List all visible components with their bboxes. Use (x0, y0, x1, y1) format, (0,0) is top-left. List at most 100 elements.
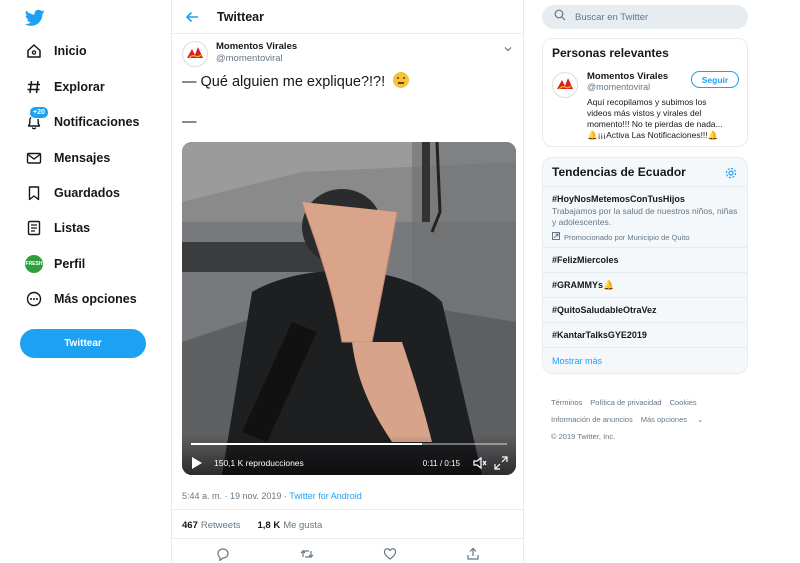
retweet-icon[interactable] (300, 547, 314, 561)
back-arrow-icon[interactable] (184, 9, 200, 25)
tweet-author-name[interactable]: Momentos Virales (216, 41, 297, 53)
heart-icon[interactable] (383, 547, 397, 561)
trend-item[interactable]: #GRAMMYs🔔 (543, 272, 747, 297)
footer-link-cookies[interactable]: Cookies (670, 398, 697, 407)
retweets-count: 467 (182, 520, 198, 531)
tweet-author-avatar[interactable] (182, 41, 208, 67)
volume-muted-icon[interactable] (473, 456, 487, 470)
retweets-stat[interactable]: 467 Retweets (182, 520, 240, 531)
likes-count: 1,8 K (257, 520, 281, 531)
share-icon[interactable] (466, 547, 480, 561)
nav-label-more: Más opciones (54, 292, 137, 306)
footer-link-terms[interactable]: Términos (551, 398, 582, 407)
person-card[interactable]: Momentos Virales @momentoviral Aquí reco… (543, 67, 747, 146)
trend-item[interactable]: #FelizMiercoles (543, 247, 747, 272)
footer-link-more[interactable]: Más opciones ⌄ (641, 415, 712, 424)
home-icon (24, 41, 44, 61)
tweet-timestamp[interactable]: 5:44 a. m. · 19 nov. 2019 · (182, 491, 289, 501)
promoted-icon (552, 232, 560, 242)
nav-label-messages: Mensajes (54, 151, 111, 165)
tweet-button[interactable]: Twittear (20, 329, 146, 358)
trend-promoted-text: Promocionado por Municipio de Quito (564, 232, 690, 242)
tweet-text: — Qué alguien me explique?!?! — (182, 72, 410, 132)
relevant-people-title: Personas relevantes (552, 46, 669, 60)
trends-title: Tendencias de Ecuador (543, 158, 747, 186)
trend-tag: #KantarTalksGYE2019 (552, 330, 647, 340)
play-icon[interactable] (191, 456, 205, 470)
tweet-meta: 5:44 a. m. · 19 nov. 2019 · Twitter for … (182, 491, 362, 501)
person-avatar[interactable] (552, 72, 578, 98)
person-bio: Aquí recopilamos y subimos los videos má… (587, 97, 723, 140)
nav-item-messages[interactable]: Mensajes (24, 144, 110, 172)
video-controls (182, 435, 516, 475)
nav-item-explore[interactable]: Explorar (24, 73, 105, 101)
search-icon (554, 8, 566, 26)
likes-label: Me gusta (283, 520, 323, 531)
tweet-author-handle[interactable]: @momentoviral (216, 53, 297, 65)
trend-tag: #QuitoSaludableOtraVez (552, 305, 657, 315)
trend-promoted: Promocionado por Municipio de Quito (552, 232, 738, 242)
nav-item-profile[interactable]: FRESH Perfil (24, 250, 85, 278)
trend-tag: #HoyNosMetemosConTusHijos (552, 194, 685, 204)
tweet-header: Momentos Virales @momentoviral (182, 41, 515, 67)
divider (172, 509, 525, 510)
trend-item[interactable]: #KantarTalksGYE2019 (543, 322, 747, 347)
divider (172, 538, 525, 539)
trends-title-text: Tendencias de Ecuador (552, 165, 686, 179)
nav-label-bookmarks: Guardados (54, 186, 120, 200)
notifications-badge: +20 (29, 106, 49, 119)
bookmark-icon (24, 183, 44, 203)
envelope-icon (24, 148, 44, 168)
follow-button[interactable]: Seguir (691, 71, 739, 88)
copyright: © 2019 Twitter, Inc. (551, 432, 616, 441)
nav-item-home[interactable]: Inicio (24, 37, 87, 65)
nav-label-explore: Explorar (54, 80, 105, 94)
trend-item[interactable]: #QuitoSaludableOtraVez (543, 297, 747, 322)
nav-item-lists[interactable]: Listas (24, 214, 90, 242)
list-icon (24, 218, 44, 238)
footer: Términos Política de privacidad Cookies In… (551, 394, 741, 445)
retweets-label: Retweets (200, 520, 241, 531)
bell-icon: +20 (24, 106, 49, 132)
nav-label-lists: Listas (54, 221, 91, 235)
trend-description: Trabajamos por la salud de nuestros niño… (552, 206, 738, 227)
gear-icon[interactable] (725, 166, 737, 179)
main-column: Twittear Momentos Virales @momentoviral … (171, 0, 525, 563)
relevant-people-panel: Personas relevantes Momentos Virales @mo… (542, 38, 748, 147)
likes-stat[interactable]: 1,8 K Me gusta (257, 520, 322, 531)
footer-link-privacy[interactable]: Política de privacidad (590, 398, 661, 407)
video-time: 0:11 / 0:15 (422, 459, 460, 468)
search-input[interactable] (575, 11, 735, 23)
footer-link-ads[interactable]: Información de anuncios (551, 415, 633, 424)
video-views: 150,1 K reproducciones (214, 458, 304, 468)
tweet-source-link[interactable]: Twitter for Android (289, 491, 362, 501)
nav-label-home: Inicio (54, 44, 87, 58)
video-progress-bar[interactable] (191, 443, 507, 445)
nav-item-bookmarks[interactable]: Guardados (24, 179, 120, 207)
nav-label-profile: Perfil (54, 257, 86, 271)
main-header: Twittear (172, 0, 523, 34)
video-progress-fill (191, 443, 422, 445)
trend-tag: #GRAMMYs🔔 (552, 280, 615, 290)
search-bar[interactable] (542, 5, 748, 29)
fullscreen-icon[interactable] (494, 456, 508, 470)
chevron-down-icon[interactable] (503, 41, 515, 53)
trend-tag: #FelizMiercoles (552, 255, 619, 265)
profile-avatar: FRESH (24, 254, 44, 274)
tweet-text-line1: — Qué alguien me explique?!?! (182, 74, 390, 90)
page-title: Twittear (217, 9, 264, 24)
nav-item-more[interactable]: Más opciones (24, 285, 137, 313)
tweet-text-line2: — (182, 114, 197, 130)
show-more-link[interactable]: Mostrar más (543, 347, 747, 373)
trends-panel: Tendencias de Ecuador #HoyNosMetemosConT… (542, 157, 748, 374)
nav-label-notifications: Notificaciones (54, 115, 140, 129)
more-icon (24, 289, 44, 309)
nav-item-notifications[interactable]: +20 Notificaciones (24, 106, 140, 136)
trend-item[interactable]: #HoyNosMetemosConTusHijos Trabajamos por… (543, 186, 747, 247)
tweet-video[interactable]: 150,1 K reproducciones 0:11 / 0:15 (182, 142, 516, 475)
video-frame (182, 142, 516, 475)
twitter-logo-icon[interactable] (25, 9, 45, 27)
tweet-stats: 467 Retweets 1,8 K Me gusta (182, 520, 339, 531)
chevron-down-icon: ⌄ (697, 415, 704, 424)
reply-icon[interactable] (216, 547, 230, 562)
